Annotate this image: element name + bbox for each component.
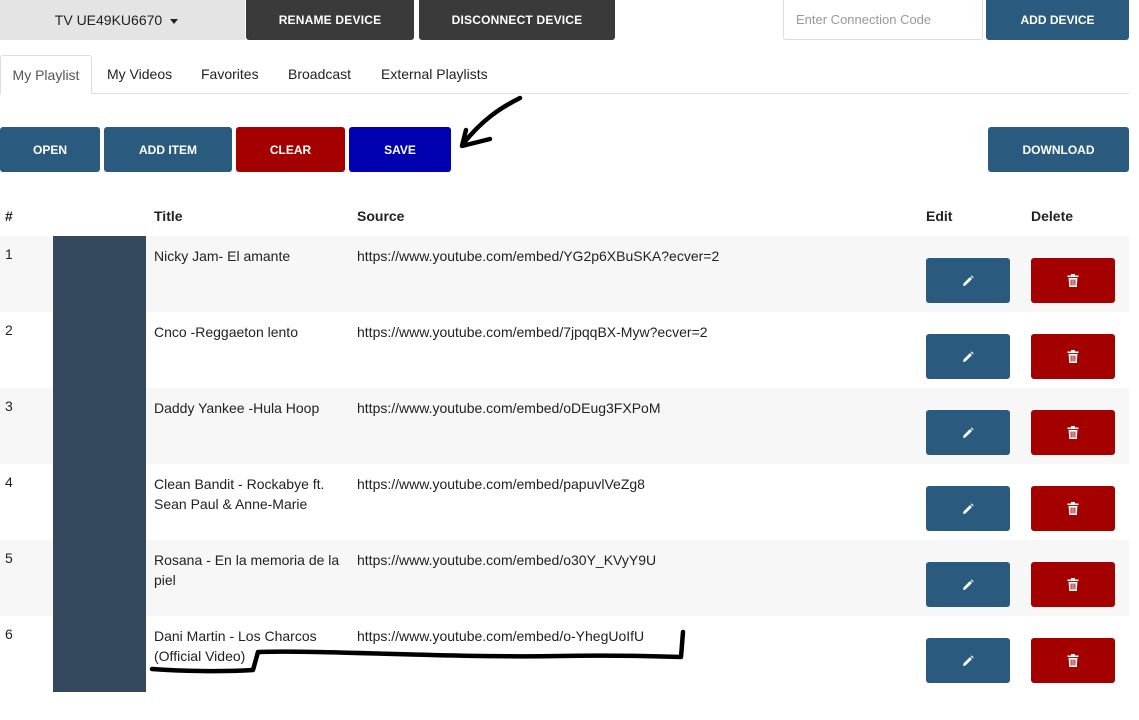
- row-number: 2: [5, 322, 13, 338]
- trash-icon: [1067, 654, 1079, 667]
- edit-button[interactable]: [926, 410, 1010, 455]
- delete-button[interactable]: [1031, 562, 1115, 607]
- add-item-button[interactable]: ADD ITEM: [104, 127, 232, 172]
- trash-icon: [1067, 578, 1079, 591]
- edit-button[interactable]: [926, 334, 1010, 379]
- trash-icon: [1067, 502, 1079, 515]
- device-name: TV UE49KU6670: [54, 12, 163, 28]
- thumbnail: [53, 616, 146, 692]
- table-row: 5 Rosana - En la memoria de la piel http…: [0, 540, 1129, 617]
- row-number: 4: [5, 474, 13, 490]
- disconnect-device-button[interactable]: DISCONNECT DEVICE: [419, 0, 615, 40]
- table-row: 2 Cnco -Reggaeton lento https://www.yout…: [0, 312, 1129, 389]
- delete-button[interactable]: [1031, 334, 1115, 379]
- connection-code-input[interactable]: [783, 0, 983, 40]
- table-row: 1 Nicky Jam- El amante https://www.youtu…: [0, 236, 1129, 313]
- edit-button[interactable]: [926, 562, 1010, 607]
- row-number: 3: [5, 398, 13, 414]
- header-source: Source: [357, 208, 405, 224]
- row-source: https://www.youtube.com/embed/o-YhegUoIf…: [357, 628, 645, 644]
- open-button[interactable]: OPEN: [0, 127, 100, 172]
- download-button[interactable]: DOWNLOAD: [988, 127, 1129, 172]
- row-title: Nicky Jam- El amante: [154, 248, 291, 264]
- pencil-icon: [962, 426, 974, 439]
- tab-favorites[interactable]: Favorites: [193, 55, 267, 93]
- edit-button[interactable]: [926, 486, 1010, 531]
- row-title: Dani Martin - Los Charcos (Official Vide…: [154, 628, 317, 664]
- delete-button[interactable]: [1031, 410, 1115, 455]
- header-number: #: [5, 208, 13, 224]
- row-source: https://www.youtube.com/embed/YG2p6XBuSK…: [357, 248, 720, 264]
- row-title: Cnco -Reggaeton lento: [154, 324, 298, 340]
- rename-device-button[interactable]: RENAME DEVICE: [246, 0, 414, 40]
- top-bar: TV UE49KU6670 RENAME DEVICE DISCONNECT D…: [0, 0, 1139, 40]
- trash-icon: [1067, 426, 1079, 439]
- thumbnail: [53, 388, 146, 464]
- table-row: 3 Daddy Yankee -Hula Hoop https://www.yo…: [0, 388, 1129, 465]
- row-number: 5: [5, 550, 13, 566]
- pencil-icon: [962, 350, 974, 363]
- thumbnail: [53, 312, 146, 388]
- table-row: 4 Clean Bandit - Rockabye ft. Sean Paul …: [0, 464, 1129, 541]
- table-header: # Title Source Edit Delete: [0, 198, 1129, 237]
- add-device-button[interactable]: ADD DEVICE: [986, 0, 1129, 40]
- tab-my-playlist[interactable]: My Playlist: [0, 55, 92, 94]
- row-source: https://www.youtube.com/embed/o30Y_KVyY9…: [357, 552, 657, 568]
- trash-icon: [1067, 274, 1079, 287]
- table-row: 6 Dani Martin - Los Charcos (Official Vi…: [0, 616, 1129, 692]
- edit-button[interactable]: [926, 258, 1010, 303]
- delete-button[interactable]: [1031, 258, 1115, 303]
- caret-down-icon: [170, 18, 179, 24]
- header-title: Title: [154, 208, 183, 224]
- row-source: https://www.youtube.com/embed/oDEug3FXPo…: [357, 400, 661, 416]
- header-delete: Delete: [1031, 208, 1074, 224]
- tab-bar: My Playlist My Videos Favorites Broadcas…: [0, 55, 1129, 94]
- delete-button[interactable]: [1031, 486, 1115, 531]
- pencil-icon: [962, 274, 974, 287]
- thumbnail: [53, 236, 146, 312]
- trash-icon: [1067, 350, 1079, 363]
- row-source: https://www.youtube.com/embed/7jpqqBX-My…: [357, 324, 708, 340]
- pencil-icon: [962, 654, 974, 667]
- thumbnail: [53, 464, 146, 540]
- save-button[interactable]: SAVE: [349, 127, 451, 172]
- pencil-icon: [962, 502, 974, 515]
- device-select[interactable]: TV UE49KU6670: [0, 0, 245, 40]
- row-title: Clean Bandit - Rockabye ft. Sean Paul & …: [154, 476, 325, 512]
- row-source: https://www.youtube.com/embed/papuvlVeZg…: [357, 476, 645, 492]
- row-number: 6: [5, 626, 13, 642]
- clear-button[interactable]: CLEAR: [236, 127, 345, 172]
- delete-button[interactable]: [1031, 638, 1115, 683]
- hand-drawn-arrow-icon: [459, 95, 523, 149]
- tab-external-playlists[interactable]: External Playlists: [373, 55, 496, 93]
- tab-broadcast[interactable]: Broadcast: [280, 55, 359, 93]
- header-edit: Edit: [926, 208, 953, 224]
- pencil-icon: [962, 578, 974, 591]
- thumbnail: [53, 540, 146, 616]
- row-number: 1: [5, 246, 13, 262]
- row-title: Rosana - En la memoria de la piel: [154, 552, 340, 588]
- row-title: Daddy Yankee -Hula Hoop: [154, 400, 320, 416]
- tab-my-videos[interactable]: My Videos: [99, 55, 180, 93]
- edit-button[interactable]: [926, 638, 1010, 683]
